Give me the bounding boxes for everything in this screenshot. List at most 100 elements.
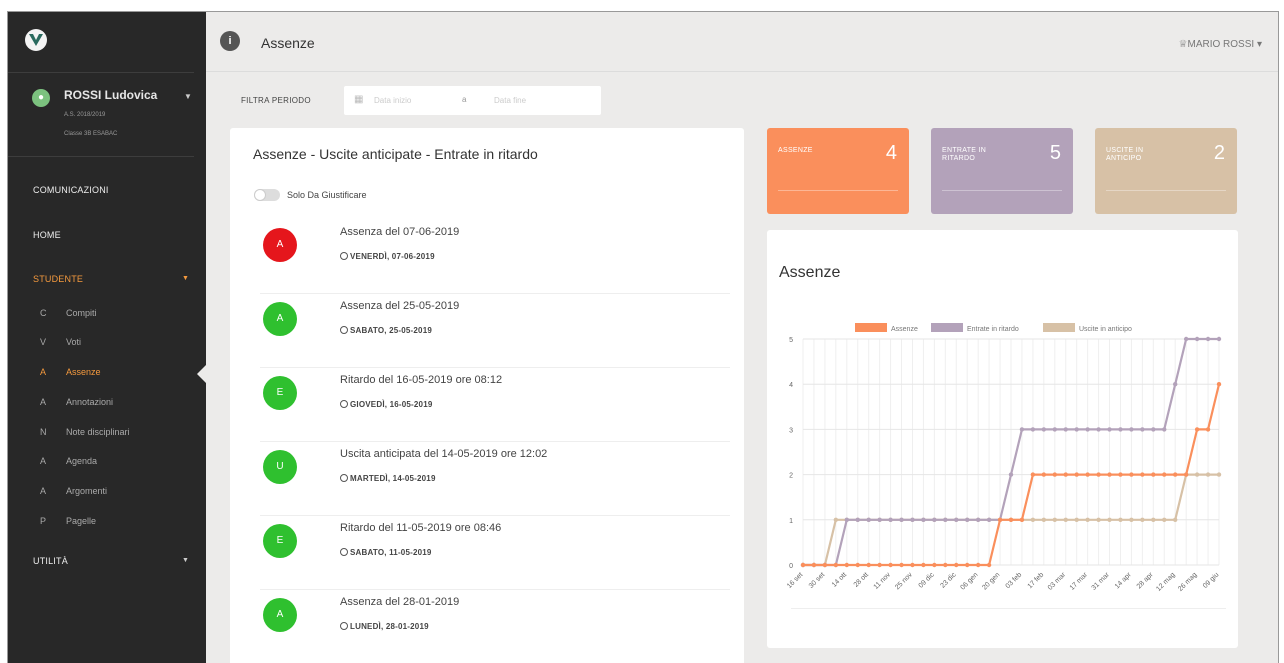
data-point [954, 562, 959, 568]
clock-icon [340, 622, 348, 630]
data-point [975, 517, 981, 522]
data-point [833, 517, 839, 522]
absences-chart: 0 1 2 3 4 5 16 set 30 set 14 ott 28 ott 11 nov 25 n… [786, 323, 1222, 593]
data-point [1107, 427, 1112, 432]
sidebar-item-agenda[interactable]: Agenda [66, 456, 97, 466]
data-point [1096, 427, 1101, 432]
stat-value: 4 [885, 142, 897, 164]
y-tick-label: 2 [789, 473, 793, 480]
stat-entrate-ritardo-card[interactable]: ENTRATE IN RITARDO 5 [931, 128, 1073, 214]
chevron-down-icon: ▾ [1256, 39, 1262, 50]
data-point [1118, 472, 1123, 477]
list-item[interactable]: A Assenza del 25-05-2019 SABATO, 25-05-201… [260, 294, 730, 368]
logo-icon[interactable] [25, 29, 47, 51]
x-tick-label: 26 mag [1177, 571, 1199, 593]
stat-uscite-anticipo-card[interactable]: USCITE IN ANTICIPO 2 [1095, 128, 1237, 214]
data-point [1019, 427, 1025, 432]
data-point [986, 562, 992, 568]
info-icon[interactable]: i [220, 31, 240, 51]
type-badge: E [263, 524, 297, 558]
row-title: Assenza del 25-05-2019 [340, 300, 460, 312]
user-menu-name: MARIO ROSSI [1187, 39, 1255, 50]
x-tick-label: 11 nov [873, 571, 893, 591]
type-badge: U [263, 450, 297, 484]
data-point [1140, 472, 1145, 477]
clock-icon [340, 252, 348, 260]
data-point [1096, 517, 1101, 522]
data-point [1151, 427, 1156, 432]
chevron-down-icon[interactable]: ▼ [182, 557, 189, 564]
row-date-text: MARTEDÌ, 14-05-2019 [350, 474, 436, 483]
active-indicator [197, 364, 207, 384]
chevron-down-icon[interactable]: ▼ [182, 275, 189, 282]
filter-label: FILTRA PERIODO [241, 96, 311, 105]
data-point [1074, 472, 1079, 477]
y-tick-label: 3 [789, 427, 793, 434]
sidebar-item-annotazioni[interactable]: Annotazioni [66, 397, 113, 407]
data-point [899, 517, 904, 522]
row-title: Assenza del 07-06-2019 [340, 226, 460, 238]
user-menu[interactable]: ♕MARIO ROSSI ▾ [1179, 39, 1262, 50]
list-item[interactable]: E Ritardo del 11-05-2019 ore 08:46 SABATO,… [260, 516, 730, 590]
data-point [844, 517, 849, 522]
list-item[interactable]: E Ritardo del 16-05-2019 ore 08:12 GIOVEDÌ… [260, 368, 730, 442]
list-item[interactable]: A Assenza del 07-06-2019 VENERDÌ, 07-06-20… [260, 220, 730, 294]
row-date: VENERDÌ, 07-06-2019 [340, 252, 435, 261]
data-point [943, 517, 948, 522]
sidebar-item-home[interactable]: HOME [33, 230, 61, 240]
sidebar-subitem-letter: A [40, 367, 47, 377]
y-tick-label: 5 [789, 337, 793, 344]
data-point [943, 562, 948, 568]
legend-label: Assenze [891, 326, 918, 333]
clock-icon [340, 326, 348, 334]
date-range-picker[interactable]: ▦ Data inizio a Data fine [344, 86, 601, 115]
type-badge: A [263, 302, 297, 336]
data-point [1063, 472, 1068, 477]
row-title: Ritardo del 11-05-2019 ore 08:46 [340, 522, 502, 534]
row-title: Assenza del 28-01-2019 [340, 596, 460, 608]
stat-divider [778, 190, 898, 191]
user-class: Classe 3B ESABAC [64, 131, 118, 137]
user-name[interactable]: ROSSI Ludovica [64, 88, 157, 102]
sidebar-item-studente[interactable]: STUDENTE [33, 274, 83, 284]
data-point [1151, 517, 1156, 522]
type-badge: E [263, 376, 297, 410]
sidebar-item-voti[interactable]: Voti [66, 337, 81, 347]
y-tick-label: 4 [789, 382, 793, 389]
absences-list-card: Assenze - Uscite anticipate - Entrate in… [230, 128, 744, 663]
data-point [1052, 427, 1057, 432]
data-point [833, 562, 839, 568]
sidebar-item-compiti[interactable]: Compiti [66, 308, 97, 318]
data-point [910, 517, 915, 522]
stat-value: 5 [1049, 142, 1061, 164]
x-tick-label: 14 apr [1114, 571, 1133, 590]
sidebar-item-comunicazioni[interactable]: COMUNICAZIONI [33, 185, 109, 195]
chevron-down-icon[interactable]: ▼ [184, 92, 192, 101]
sidebar-item-note-disciplinari[interactable]: Note disciplinari [66, 427, 130, 437]
data-point [1173, 382, 1178, 387]
sidebar-item-pagelle[interactable]: Pagelle [66, 516, 96, 526]
type-badge: A [263, 228, 297, 262]
data-point [1118, 427, 1123, 432]
legend-label: Entrate in ritardo [967, 326, 1019, 333]
sidebar-item-assenze[interactable]: Assenze [66, 367, 101, 377]
list-item[interactable]: U Uscita anticipata del 14-05-2019 ore 12… [260, 442, 730, 516]
data-point [1063, 427, 1068, 432]
sidebar-item-utilita[interactable]: UTILITÀ [33, 556, 68, 566]
date-from-input[interactable]: Data inizio [374, 96, 411, 105]
x-tick-label: 03 feb [1005, 571, 1024, 590]
data-point [921, 562, 926, 568]
list-item[interactable]: A Assenza del 28-01-2019 LUNEDÌ, 28-01-201… [260, 590, 730, 663]
data-point [1162, 472, 1167, 477]
justify-toggle[interactable] [254, 189, 280, 201]
data-point [1216, 382, 1222, 387]
data-point [1052, 517, 1057, 522]
stat-divider [1106, 190, 1226, 191]
data-point [1129, 472, 1134, 477]
calendar-icon[interactable]: ▦ [354, 94, 363, 105]
stat-assenze-card[interactable]: ASSENZE 4 [767, 128, 909, 214]
data-point [1096, 472, 1101, 477]
sidebar-item-argomenti[interactable]: Argomenti [66, 486, 107, 496]
y-tick-label: 0 [789, 563, 793, 570]
date-to-input[interactable]: Data fine [494, 96, 526, 105]
